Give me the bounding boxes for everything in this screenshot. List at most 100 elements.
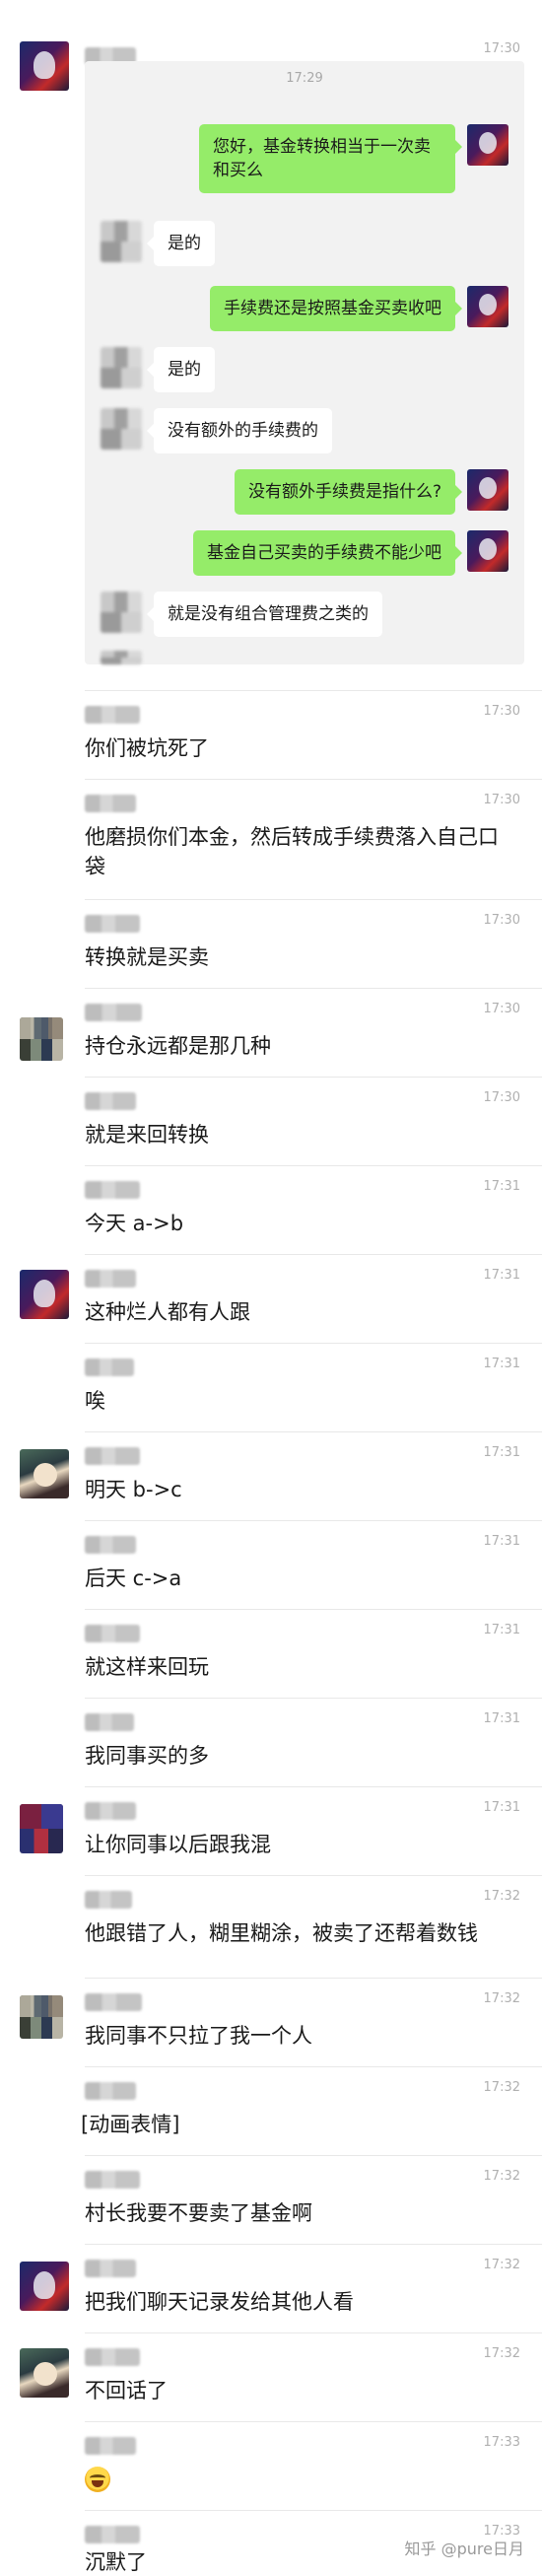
divider (85, 1077, 542, 1078)
divider (85, 2421, 542, 2422)
chat-message[interactable]: 17:30 他磨损你们本金，然后转成手续费落入自己口袋 (0, 779, 542, 899)
sender-name-blurred (85, 1713, 134, 1731)
chat-bubble-received: 是的 (147, 347, 215, 392)
chat-message[interactable]: 17:31 我同事买的多 (0, 1698, 542, 1786)
message-text: 让你同事以后跟我混 (85, 1833, 271, 1856)
message-time: 17:30 (483, 1002, 520, 1016)
sender-name-blurred (85, 2437, 136, 2455)
sender-name-blurred (85, 1625, 140, 1642)
message-time: 17:31 (483, 1623, 520, 1637)
message-text: 这种烂人都有人跟 (85, 1300, 250, 1324)
sender-name-blurred (85, 1004, 142, 1021)
avatar (101, 592, 142, 633)
chat-message[interactable]: 17:32 村长我要不要卖了基金啊 (0, 2155, 542, 2244)
avatar (101, 347, 142, 388)
avatar[interactable] (20, 2348, 69, 2398)
avatar[interactable] (20, 2262, 69, 2311)
chat-message[interactable]: 17:31 后天 c->a (0, 1520, 542, 1609)
avatar (467, 530, 508, 572)
message-time: 17:32 (483, 1991, 520, 2006)
divider (85, 2244, 542, 2245)
chat-message[interactable]: 17:32 不回话了 (0, 2332, 542, 2421)
message-time: 17:31 (483, 1445, 520, 1460)
message-time: 17:31 (483, 1179, 520, 1194)
message-time: 17:30 (483, 793, 520, 807)
message-time: 17:32 (483, 2258, 520, 2272)
message-text: 村长我要不要卖了基金啊 (85, 2201, 312, 2225)
avatar[interactable] (20, 1995, 63, 2039)
chat-message[interactable]: 17:30 转换就是买卖 (0, 899, 542, 988)
sender-name-blurred (85, 2348, 140, 2366)
sender-name-blurred (85, 1447, 140, 1465)
chat-message[interactable]: 17:31 唉 (0, 1343, 542, 1431)
message-emoji (85, 2463, 508, 2496)
watermark: 知乎 @pure日月 (404, 2540, 524, 2558)
tears-of-joy-emoji-icon (85, 2467, 110, 2492)
avatar (101, 221, 142, 262)
chat-message[interactable]: 17:32 我同事不只拉了我一个人 (0, 1978, 542, 2066)
message-time: 17:32 (483, 2080, 520, 2095)
message-time: 17:31 (483, 1268, 520, 1283)
chat-message[interactable]: 17:30 17:29 您好，基金转换相当于一次卖和买么 是的 手续费还是按照基… (0, 0, 542, 690)
message-time: 17:32 (483, 2346, 520, 2361)
message-text: 就这样来回玩 (85, 1655, 209, 1679)
sender-name-blurred (85, 1270, 136, 1288)
chat-bubble-sent: 基金自己买卖的手续费不能少吧 (193, 530, 462, 576)
chat-message[interactable]: 17:31 这种烂人都有人跟 (0, 1254, 542, 1343)
avatar[interactable] (20, 41, 69, 91)
message-time: 17:31 (483, 1534, 520, 1549)
chat-message[interactable]: 17:31 就这样来回玩 (0, 1609, 542, 1698)
sender-name-blurred (85, 2260, 136, 2277)
message-text: 我同事不只拉了我一个人 (85, 2024, 312, 2048)
message-text: 明天 b->c (85, 1478, 182, 1501)
divider (85, 1978, 542, 1979)
chat-message[interactable]: 17:32 [动画表情] (0, 2066, 542, 2155)
chat-bubble-sent: 没有额外手续费是指什么? (234, 469, 463, 515)
avatar[interactable] (20, 1270, 69, 1319)
divider (85, 988, 542, 989)
message-text: 把我们聊天记录发给其他人看 (85, 2290, 354, 2314)
divider (85, 899, 542, 900)
chat-message[interactable]: 17:32 他跟错了人，糊里糊涂，被卖了还帮着数钱 (0, 1875, 542, 1985)
chat-message[interactable]: 17:30 就是来回转换 (0, 1077, 542, 1165)
message-text: 就是来回转换 (85, 1123, 209, 1147)
avatar (101, 408, 142, 450)
message-time: 17:32 (483, 1889, 520, 1904)
chat-message[interactable]: 17:31 今天 a->b (0, 1165, 542, 1254)
sender-name-blurred (85, 706, 140, 724)
chat-message[interactable]: 17:31 让你同事以后跟我混 (0, 1786, 542, 1875)
sender-name-blurred (85, 1802, 136, 1820)
sender-name-blurred (85, 1891, 132, 1909)
divider (85, 2510, 542, 2511)
chat-bubble-sent: 您好，基金转换相当于一次卖和买么 (199, 124, 462, 193)
divider (85, 779, 542, 780)
sender-name-blurred (85, 1092, 136, 1110)
message-time: 17:31 (483, 1800, 520, 1815)
sender-name-blurred (85, 2171, 140, 2189)
message-time: 17:32 (483, 2169, 520, 2184)
quoted-time: 17:29 (286, 71, 323, 86)
chat-message[interactable]: 17:31 明天 b->c (0, 1431, 542, 1520)
sender-name-blurred (85, 1993, 142, 2011)
chat-message[interactable]: 17:33 (0, 2421, 542, 2510)
avatar[interactable] (20, 1449, 69, 1498)
message-text: 持仓永远都是那几种 (85, 1034, 271, 1058)
message-text: 不回话了 (85, 2379, 168, 2402)
divider (85, 1520, 542, 1521)
avatar (467, 469, 508, 511)
avatar[interactable] (20, 1017, 63, 1061)
message-text: 他磨损你们本金，然后转成手续费落入自己口袋 (85, 825, 499, 878)
chat-message[interactable]: 17:30 持仓永远都是那几种 (0, 988, 542, 1077)
avatar[interactable] (20, 1804, 63, 1853)
sender-name-blurred (85, 2082, 136, 2100)
avatar (101, 651, 142, 664)
message-time: 17:30 (483, 913, 520, 928)
chat-message[interactable]: 17:32 把我们聊天记录发给其他人看 (0, 2244, 542, 2332)
chat-bubble-received: 是的 (147, 221, 215, 266)
message-text: 唉 (85, 1389, 105, 1413)
quoted-chat-record[interactable]: 17:29 您好，基金转换相当于一次卖和买么 是的 手续费还是按照基金买卖收吧 … (85, 61, 524, 664)
divider (85, 1786, 542, 1787)
chat-message[interactable]: 17:30 你们被坑死了 (0, 690, 542, 779)
avatar (467, 286, 508, 327)
chat-bubble-received: 就是没有组合管理费之类的 (147, 592, 382, 637)
